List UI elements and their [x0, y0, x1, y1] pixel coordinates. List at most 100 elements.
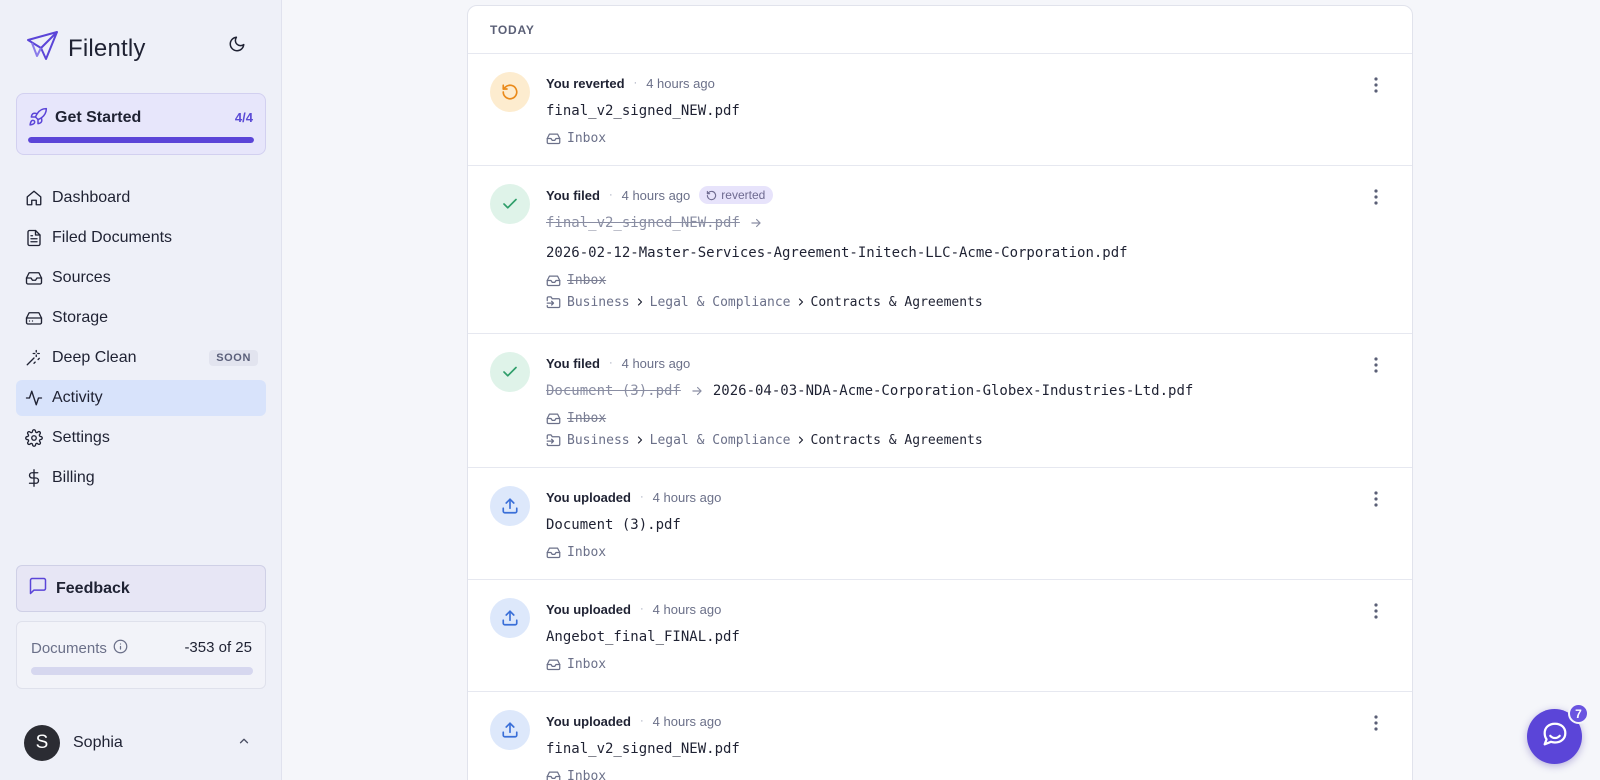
- inbox-icon: [546, 545, 561, 560]
- activity-time: 4 hours ago: [652, 601, 722, 617]
- kebab-icon: [1374, 602, 1378, 624]
- upload-icon: [490, 710, 530, 750]
- activity-action: You filed: [546, 187, 600, 203]
- more-options-button[interactable]: [1366, 76, 1386, 98]
- kebab-icon: [1374, 76, 1378, 98]
- more-options-button[interactable]: [1366, 490, 1386, 512]
- activity-time: 4 hours ago: [621, 355, 691, 371]
- file-name[interactable]: Document (3).pdf: [546, 515, 721, 535]
- section-header-today: TODAY: [468, 6, 1412, 54]
- sidebar: Filently Get Started 4/4 Dashboard Filed…: [0, 0, 282, 780]
- location-label: Inbox: [567, 130, 607, 146]
- meta-separator: ·: [608, 189, 613, 201]
- hard-drive-icon: [25, 309, 43, 327]
- document-icon: [25, 229, 43, 247]
- feedback-button[interactable]: Feedback: [16, 565, 266, 612]
- kebab-icon: [1374, 714, 1378, 736]
- theme-toggle-button[interactable]: [225, 34, 249, 58]
- more-options-button[interactable]: [1366, 602, 1386, 624]
- sidebar-item-filed-documents[interactable]: Filed Documents: [16, 220, 266, 256]
- activity-icon: [25, 389, 43, 407]
- activity-action: You uploaded: [546, 713, 631, 729]
- reverted-label: reverted: [721, 188, 766, 202]
- path-segment[interactable]: Business: [567, 433, 630, 448]
- chat-unread-badge: 7: [1568, 703, 1589, 724]
- kebab-icon: [1374, 356, 1378, 378]
- sidebar-item-billing[interactable]: Billing: [16, 460, 266, 496]
- sidebar-item-dashboard[interactable]: Dashboard: [16, 180, 266, 216]
- inbox-icon: [25, 269, 43, 287]
- sidebar-item-label: Billing: [52, 469, 95, 486]
- info-icon[interactable]: [113, 639, 128, 658]
- more-options-button[interactable]: [1366, 356, 1386, 378]
- location-label: Inbox: [567, 410, 607, 426]
- sidebar-item-settings[interactable]: Settings: [16, 420, 266, 456]
- get-started-card[interactable]: Get Started 4/4: [16, 93, 266, 155]
- check-icon: [490, 184, 530, 224]
- magic-wand-icon: [25, 349, 43, 367]
- new-file-name[interactable]: 2026-04-03-NDA-Acme-Corporation-Globex-I…: [713, 383, 1193, 399]
- inbox-icon: [546, 131, 561, 146]
- meta-separator: ·: [608, 357, 613, 369]
- destination-path: Business Legal & Compliance Contracts & …: [546, 431, 1193, 449]
- chevron-right-icon: [795, 434, 807, 446]
- message-square-icon: [28, 576, 48, 601]
- brand[interactable]: Filently: [26, 30, 146, 67]
- path-segment[interactable]: Business: [567, 295, 630, 310]
- chevron-right-icon: [795, 296, 807, 308]
- gear-icon: [25, 429, 43, 447]
- activity-entry: You uploaded · 4 hours ago final_v2_sign…: [468, 692, 1412, 780]
- sidebar-item-storage[interactable]: Storage: [16, 300, 266, 336]
- revert-icon: [490, 72, 530, 112]
- revert-icon: [707, 190, 717, 200]
- sidebar-item-label: Dashboard: [52, 189, 131, 206]
- meta-separator: ·: [633, 77, 638, 89]
- sidebar-item-activity[interactable]: Activity: [16, 380, 266, 416]
- sidebar-item-label: Filed Documents: [52, 229, 173, 246]
- file-name[interactable]: final_v2_signed_NEW.pdf: [546, 739, 740, 759]
- app-name: Filently: [68, 34, 146, 62]
- file-name[interactable]: Angebot_final_FINAL.pdf: [546, 627, 740, 647]
- moon-icon: [228, 35, 246, 58]
- activity-entry: You reverted · 4 hours ago final_v2_sign…: [468, 54, 1412, 166]
- sidebar-item-deep-clean[interactable]: Deep Clean SOON: [16, 340, 266, 376]
- activity-time: 4 hours ago: [646, 75, 715, 91]
- chevron-up-icon[interactable]: [237, 734, 251, 753]
- get-started-title: Get Started: [55, 109, 142, 126]
- chevron-right-icon: [634, 434, 646, 446]
- user-name: Sophia: [73, 734, 123, 751]
- activity-action: You uploaded: [546, 601, 631, 617]
- more-options-button[interactable]: [1366, 188, 1386, 210]
- activity-action: You reverted: [546, 75, 625, 91]
- folder-input-icon: [546, 295, 561, 310]
- destination-path: Business Legal & Compliance Contracts & …: [546, 293, 1128, 311]
- file-name[interactable]: final_v2_signed_NEW.pdf: [546, 101, 740, 121]
- feedback-label: Feedback: [56, 579, 130, 597]
- path-segment[interactable]: Legal & Compliance: [650, 433, 791, 448]
- reverted-badge[interactable]: reverted: [699, 186, 774, 204]
- old-file-name[interactable]: final_v2_signed_NEW.pdf: [546, 215, 740, 231]
- arrow-right-icon: [690, 384, 704, 398]
- location-label: Inbox: [567, 656, 607, 672]
- avatar: S: [24, 725, 60, 761]
- path-segment[interactable]: Contracts & Agreements: [811, 433, 983, 448]
- documents-usage: Documents -353 of 25: [16, 621, 266, 689]
- sidebar-item-label: Storage: [52, 309, 109, 326]
- filently-logo-icon: [26, 30, 60, 67]
- new-file-name[interactable]: 2026-02-12-Master-Services-Agreement-Ini…: [546, 243, 1128, 263]
- inbox-icon: [546, 769, 561, 780]
- chat-bubble-icon: [1540, 719, 1570, 754]
- meta-separator: ·: [639, 715, 644, 727]
- sidebar-nav: Dashboard Filed Documents Sources Storag…: [16, 180, 266, 500]
- activity-entry: You uploaded · 4 hours ago Angebot_final…: [468, 580, 1412, 692]
- path-segment[interactable]: Contracts & Agreements: [811, 295, 983, 310]
- user-menu[interactable]: S Sophia: [24, 725, 123, 761]
- more-options-button[interactable]: [1366, 714, 1386, 736]
- path-segment[interactable]: Legal & Compliance: [650, 295, 791, 310]
- documents-usage-bar: [31, 667, 253, 675]
- dollar-icon: [25, 469, 43, 487]
- old-file-name[interactable]: Document (3).pdf: [546, 383, 681, 399]
- sidebar-item-sources[interactable]: Sources: [16, 260, 266, 296]
- location-label: Inbox: [567, 272, 607, 288]
- folder-input-icon: [546, 433, 561, 448]
